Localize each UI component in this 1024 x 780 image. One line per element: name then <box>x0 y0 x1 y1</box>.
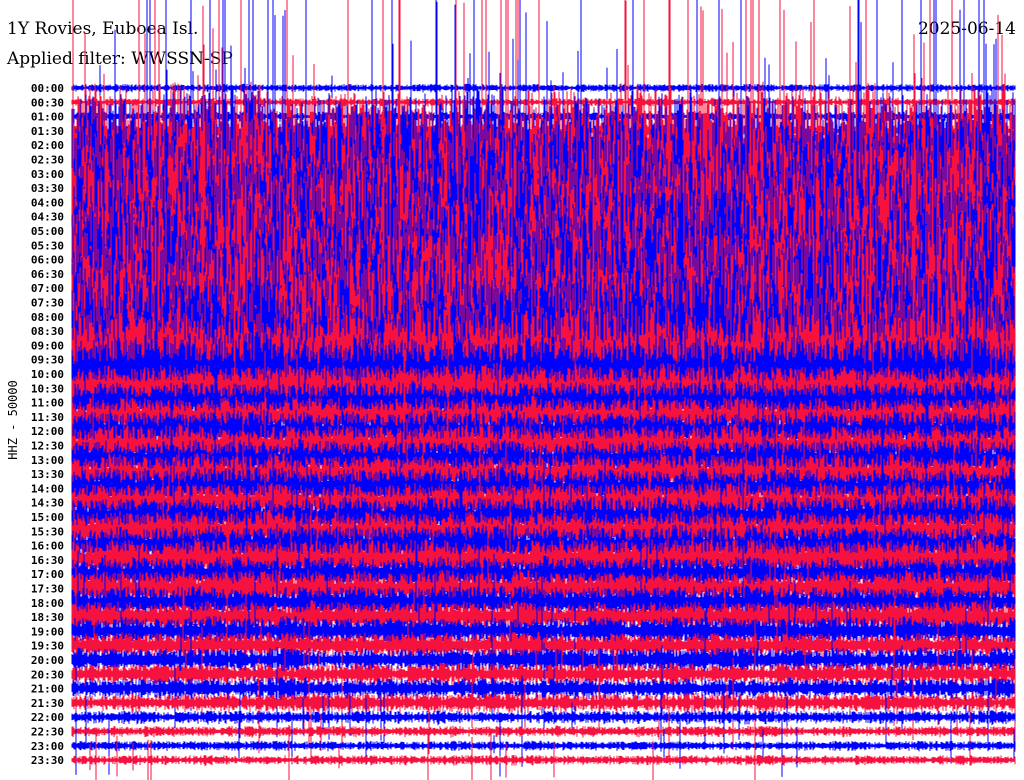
row-time-label: 08:30 <box>31 325 64 338</box>
row-time-label: 21:00 <box>31 683 64 696</box>
row-time-label: 23:30 <box>31 754 64 767</box>
row-time-label: 17:30 <box>31 583 64 596</box>
row-time-label: 17:00 <box>31 568 64 581</box>
row-time-label: 00:00 <box>31 82 64 95</box>
row-time-label: 11:30 <box>31 411 64 424</box>
row-time-label: 02:00 <box>31 139 64 152</box>
row-time-label: 04:00 <box>31 196 64 209</box>
row-time-label: 22:00 <box>31 711 64 724</box>
row-time-label: 06:00 <box>31 254 64 267</box>
row-time-label: 13:30 <box>31 468 64 481</box>
row-time-label: 21:30 <box>31 697 64 710</box>
row-time-label: 14:30 <box>31 497 64 510</box>
row-time-label: 07:30 <box>31 297 64 310</box>
row-time-label: 22:30 <box>31 726 64 739</box>
row-time-label: 08:00 <box>31 311 64 324</box>
row-time-label: 05:00 <box>31 225 64 238</box>
row-time-label: 00:30 <box>31 96 64 109</box>
row-time-label: 20:30 <box>31 668 64 681</box>
row-time-label: 06:30 <box>31 268 64 281</box>
row-time-label: 09:00 <box>31 339 64 352</box>
row-time-label: 01:30 <box>31 125 64 138</box>
helicorder-plot: 00:0000:30 01:0001:3002:00 02:3003:0003:30… <box>31 0 1016 780</box>
row-time-label: 10:30 <box>31 382 64 395</box>
row-time-label: 16:00 <box>31 540 64 553</box>
row-time-label: 03:30 <box>31 182 64 195</box>
row-time-label: 23:00 <box>31 740 64 753</box>
row-time-label: 19:30 <box>31 640 64 653</box>
row-time-label: 18:00 <box>31 597 64 610</box>
row-time-label: 12:00 <box>31 425 64 438</box>
row-time-label: 12:30 <box>31 440 64 453</box>
row-time-label: 07:00 <box>31 282 64 295</box>
row-time-label: 15:30 <box>31 525 64 538</box>
row-time-label: 05:30 <box>31 239 64 252</box>
row-time-label: 03:00 <box>31 168 64 181</box>
row-time-label: 18:30 <box>31 611 64 624</box>
row-time-label: 10:00 <box>31 368 64 381</box>
row-time-label: 09:30 <box>31 354 64 367</box>
row-time-label: 02:30 <box>31 154 64 167</box>
row-time-label: 20:00 <box>31 654 64 667</box>
row-time-label: 13:00 <box>31 454 64 467</box>
row-time-label: 01:00 <box>31 111 64 124</box>
row-time-label: 19:00 <box>31 625 64 638</box>
row-time-label: 04:30 <box>31 211 64 224</box>
row-time-label: 15:00 <box>31 511 64 524</box>
row-time-label: 11:00 <box>31 397 64 410</box>
row-time-label: 14:00 <box>31 482 64 495</box>
row-time-label: 16:30 <box>31 554 64 567</box>
